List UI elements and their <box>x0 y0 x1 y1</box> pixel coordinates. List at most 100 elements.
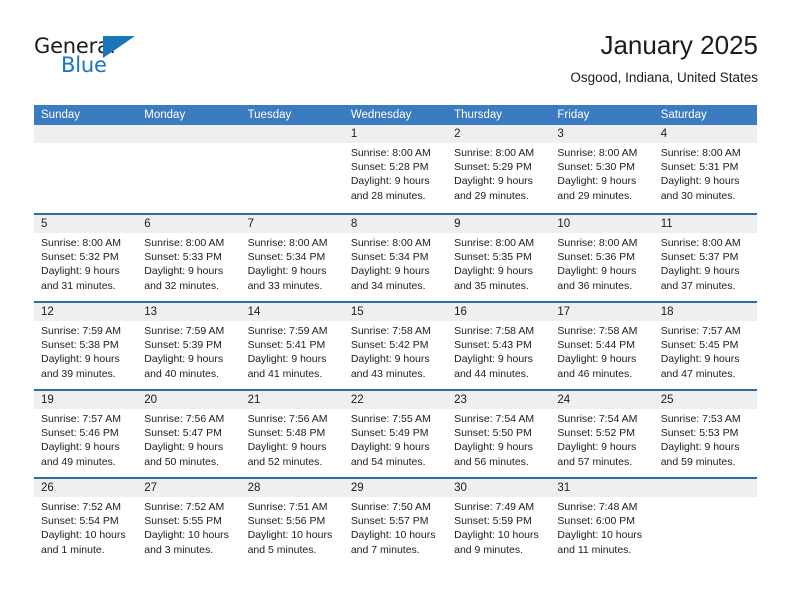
calendar-day-cell[interactable]: 24 Sunrise: 7:54 AM Sunset: 5:52 PM Dayligh… <box>550 391 654 477</box>
calendar-day-cell[interactable]: 1 Sunrise: 8:00 AM Sunset: 5:28 PM Daylight… <box>343 125 448 213</box>
calendar-day-cell[interactable]: 25 Sunrise: 7:53 AM Sunset: 5:53 PM Dayligh… <box>653 391 757 477</box>
daylight-text-line2: and 7 minutes. <box>350 543 420 556</box>
calendar-day-cell[interactable]: 4 Sunrise: 8:00 AM Sunset: 5:31 PM Daylight… <box>653 125 757 213</box>
daylight-text-line1: Daylight: 10 hours <box>454 529 539 542</box>
calendar-day-cell[interactable]: 23 Sunrise: 7:54 AM Sunset: 5:50 PM Dayligh… <box>447 391 551 477</box>
day-sun-info: Sunrise: 8:00 AM Sunset: 5:29 PM Daylight:… <box>447 143 550 203</box>
calendar-day-cell[interactable]: 17 Sunrise: 7:58 AM Sunset: 5:44 PM Dayligh… <box>550 303 654 389</box>
daylight-text-line1: Daylight: 9 hours <box>247 265 327 278</box>
day-number: 26 <box>34 479 138 497</box>
daylight-text-line2: and 49 minutes. <box>41 455 116 468</box>
sunset-text: Sunset: 5:52 PM <box>557 427 636 440</box>
calendar-day-cell[interactable]: 11 Sunrise: 8:00 AM Sunset: 5:37 PM Dayligh… <box>653 215 757 301</box>
calendar-day-cell[interactable]: 29 Sunrise: 7:50 AM Sunset: 5:57 PM Dayligh… <box>343 479 448 565</box>
day-sun-info: Sunrise: 7:54 AM Sunset: 5:50 PM Daylight:… <box>447 409 550 469</box>
daylight-text-line1: Daylight: 9 hours <box>144 441 224 454</box>
day-sun-info: Sunrise: 8:00 AM Sunset: 5:34 PM Daylight:… <box>241 233 344 293</box>
calendar-day-cell[interactable]: 7 Sunrise: 8:00 AM Sunset: 5:34 PM Daylight… <box>240 215 344 301</box>
daylight-text-line2: and 34 minutes. <box>350 279 426 292</box>
calendar-day-cell[interactable]: 28 Sunrise: 7:51 AM Sunset: 5:56 PM Dayligh… <box>240 479 344 565</box>
day-number <box>34 125 138 143</box>
day-sun-info: Sunrise: 7:52 AM Sunset: 5:55 PM Daylight:… <box>137 497 240 557</box>
calendar-day-cell[interactable]: 15 Sunrise: 7:58 AM Sunset: 5:42 PM Dayligh… <box>343 303 448 389</box>
sunrise-text: Sunrise: 8:00 AM <box>660 147 741 159</box>
day-number: 28 <box>240 479 344 497</box>
calendar-day-cell[interactable]: 3 Sunrise: 8:00 AM Sunset: 5:30 PM Daylight… <box>550 125 654 213</box>
day-sun-info: Sunrise: 7:57 AM Sunset: 5:46 PM Daylight:… <box>34 409 137 469</box>
page-title: January 2025 <box>600 30 758 60</box>
calendar-day-cell[interactable]: 27 Sunrise: 7:52 AM Sunset: 5:55 PM Dayligh… <box>137 479 241 565</box>
calendar-day-cell[interactable]: 26 Sunrise: 7:52 AM Sunset: 5:54 PM Dayligh… <box>34 479 138 565</box>
calendar-day-cell-empty <box>137 125 241 213</box>
sunrise-text: Sunrise: 7:57 AM <box>41 413 121 425</box>
sunrise-text: Sunrise: 7:59 AM <box>144 325 225 337</box>
general-blue-logo[interactable]: General Blue <box>34 34 164 82</box>
day-number: 15 <box>343 303 448 321</box>
calendar-day-cell[interactable]: 5 Sunrise: 8:00 AM Sunset: 5:32 PM Daylight… <box>34 215 138 301</box>
day-number: 5 <box>34 215 138 233</box>
calendar-day-cell[interactable]: 19 Sunrise: 7:57 AM Sunset: 5:46 PM Dayligh… <box>34 391 138 477</box>
day-sun-info: Sunrise: 7:59 AM Sunset: 5:41 PM Daylight:… <box>241 321 344 381</box>
daylight-text-line1: Daylight: 10 hours <box>350 529 436 542</box>
calendar-day-cell[interactable]: 9 Sunrise: 8:00 AM Sunset: 5:35 PM Daylight… <box>447 215 551 301</box>
daylight-text-line1: Daylight: 9 hours <box>41 441 120 454</box>
calendar-day-cell[interactable]: 10 Sunrise: 8:00 AM Sunset: 5:36 PM Dayligh… <box>550 215 654 301</box>
day-sun-info: Sunrise: 7:58 AM Sunset: 5:44 PM Daylight:… <box>550 321 653 381</box>
daylight-text-line1: Daylight: 9 hours <box>247 353 327 366</box>
sunrise-text: Sunrise: 7:58 AM <box>557 325 638 337</box>
calendar-weeks: 1 Sunrise: 8:00 AM Sunset: 5:28 PM Daylight… <box>34 125 757 565</box>
day-sun-info: Sunrise: 8:00 AM Sunset: 5:28 PM Daylight:… <box>344 143 447 203</box>
sunset-text: Sunset: 5:30 PM <box>557 161 636 174</box>
calendar-week-row: 5 Sunrise: 8:00 AM Sunset: 5:32 PM Daylight… <box>34 213 757 301</box>
day-sun-info: Sunrise: 8:00 AM Sunset: 5:35 PM Daylight:… <box>447 233 550 293</box>
calendar-week-row: 26 Sunrise: 7:52 AM Sunset: 5:54 PM Dayligh… <box>34 477 757 565</box>
calendar-day-cell[interactable]: 2 Sunrise: 8:00 AM Sunset: 5:29 PM Daylight… <box>447 125 551 213</box>
day-number: 11 <box>653 215 757 233</box>
calendar-day-cell[interactable]: 8 Sunrise: 8:00 AM Sunset: 5:34 PM Daylight… <box>343 215 448 301</box>
calendar-week-row: 1 Sunrise: 8:00 AM Sunset: 5:28 PM Daylight… <box>34 125 757 213</box>
calendar-day-cell[interactable]: 6 Sunrise: 8:00 AM Sunset: 5:33 PM Daylight… <box>137 215 241 301</box>
daylight-text-line2: and 31 minutes. <box>41 279 116 292</box>
calendar-day-cell[interactable]: 21 Sunrise: 7:56 AM Sunset: 5:48 PM Dayligh… <box>240 391 344 477</box>
calendar-day-cell[interactable]: 31 Sunrise: 7:48 AM Sunset: 6:00 PM Dayligh… <box>550 479 654 565</box>
sunset-text: Sunset: 5:33 PM <box>144 251 222 264</box>
dow-header-wednesday: Wednesday <box>350 109 412 121</box>
day-number: 13 <box>137 303 241 321</box>
sunset-text: Sunset: 5:28 PM <box>350 161 429 174</box>
day-number: 3 <box>550 125 654 143</box>
daylight-text-line2: and 29 minutes. <box>557 189 633 202</box>
daylight-text-line1: Daylight: 9 hours <box>454 441 533 454</box>
calendar-day-cell[interactable]: 20 Sunrise: 7:56 AM Sunset: 5:47 PM Dayligh… <box>137 391 241 477</box>
day-sun-info: Sunrise: 7:50 AM Sunset: 5:57 PM Daylight:… <box>344 497 447 557</box>
daylight-text-line1: Daylight: 9 hours <box>247 441 327 454</box>
daylight-text-line2: and 5 minutes. <box>247 543 317 556</box>
calendar-day-cell[interactable]: 18 Sunrise: 7:57 AM Sunset: 5:45 PM Dayligh… <box>653 303 757 389</box>
day-number: 6 <box>137 215 241 233</box>
calendar-day-cell[interactable]: 16 Sunrise: 7:58 AM Sunset: 5:43 PM Dayligh… <box>447 303 551 389</box>
calendar-day-cell[interactable]: 22 Sunrise: 7:55 AM Sunset: 5:49 PM Dayligh… <box>343 391 448 477</box>
daylight-text-line1: Daylight: 9 hours <box>557 265 637 278</box>
day-number: 30 <box>447 479 551 497</box>
calendar-day-cell[interactable]: 13 Sunrise: 7:59 AM Sunset: 5:39 PM Dayligh… <box>137 303 241 389</box>
day-sun-info: Sunrise: 7:57 AM Sunset: 5:45 PM Daylight:… <box>654 321 757 381</box>
day-number: 2 <box>447 125 551 143</box>
sunrise-text: Sunrise: 7:59 AM <box>247 325 328 337</box>
day-sun-info: Sunrise: 7:53 AM Sunset: 5:53 PM Daylight:… <box>654 409 757 469</box>
sunrise-text: Sunrise: 8:00 AM <box>247 237 328 249</box>
calendar-day-cell[interactable]: 30 Sunrise: 7:49 AM Sunset: 5:59 PM Dayligh… <box>447 479 551 565</box>
dow-header-tuesday: Tuesday <box>247 109 292 121</box>
sunset-text: Sunset: 5:31 PM <box>660 161 739 174</box>
calendar-day-cell[interactable]: 14 Sunrise: 7:59 AM Sunset: 5:41 PM Dayligh… <box>240 303 344 389</box>
calendar-day-cell[interactable]: 12 Sunrise: 7:59 AM Sunset: 5:38 PM Dayligh… <box>34 303 138 389</box>
day-sun-info: Sunrise: 7:54 AM Sunset: 5:52 PM Daylight:… <box>550 409 653 469</box>
day-sun-info: Sunrise: 8:00 AM Sunset: 5:31 PM Daylight:… <box>654 143 757 203</box>
sunrise-text: Sunrise: 8:00 AM <box>454 237 535 249</box>
sunrise-text: Sunrise: 7:48 AM <box>557 501 638 513</box>
calendar-week-row: 12 Sunrise: 7:59 AM Sunset: 5:38 PM Dayligh… <box>34 301 757 389</box>
daylight-text-line1: Daylight: 10 hours <box>41 529 126 542</box>
day-sun-info: Sunrise: 8:00 AM Sunset: 5:36 PM Daylight:… <box>550 233 653 293</box>
sunset-text: Sunset: 5:57 PM <box>350 515 429 528</box>
sunset-text: Sunset: 5:50 PM <box>454 427 532 440</box>
sunset-text: Sunset: 5:59 PM <box>454 515 532 528</box>
dow-header-sunday: Sunday <box>41 109 81 121</box>
